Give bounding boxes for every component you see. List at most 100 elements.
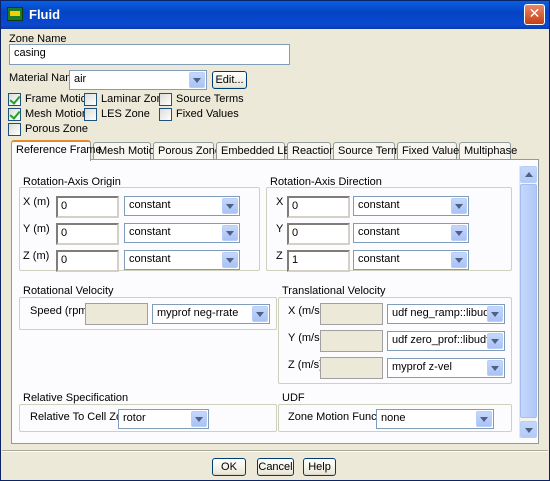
fixed-values-label: Fixed Values xyxy=(176,108,239,120)
porous-zone-checkbox[interactable]: Porous Zone xyxy=(8,123,88,137)
udf-title: UDF xyxy=(282,392,305,404)
title-bar[interactable]: Fluid ✕ xyxy=(1,1,549,29)
trans-y-profile-select[interactable]: udf zero_prof::libudf xyxy=(387,331,505,351)
window-title: Fluid xyxy=(29,7,61,22)
speed-profile-value: myprof neg-rrate xyxy=(157,307,239,319)
tab-mesh-motion[interactable]: Mesh Motion xyxy=(93,142,161,160)
zone-motion-function-value: none xyxy=(381,412,406,424)
chevron-down-icon xyxy=(222,198,238,214)
chevron-down-icon xyxy=(222,225,238,241)
cancel-button[interactable]: Cancel xyxy=(257,458,294,476)
origin-x-mode-select[interactable]: constant xyxy=(124,196,240,216)
origin-x-label: X (m) xyxy=(23,196,50,208)
speed-input[interactable] xyxy=(85,303,148,325)
origin-z-mode-select[interactable]: constant xyxy=(124,250,240,270)
checkbox-icon xyxy=(159,93,172,106)
trans-x-profile-select[interactable]: udf neg_ramp::libudf xyxy=(387,304,505,324)
direction-z-mode: constant xyxy=(358,253,400,265)
translational-velocity-title: Translational Velocity xyxy=(282,285,386,297)
chevron-down-icon xyxy=(451,225,467,241)
trans-y-input[interactable] xyxy=(320,330,383,352)
porous-zone-label: Porous Zone xyxy=(25,123,88,135)
scroll-down-icon[interactable] xyxy=(520,421,537,438)
direction-y-mode-select[interactable]: constant xyxy=(353,223,469,243)
trans-x-profile: udf neg_ramp::libudf xyxy=(392,307,493,319)
material-name-select[interactable]: air xyxy=(69,70,207,90)
edit-material-button[interactable]: Edit... xyxy=(212,71,247,89)
tab-embedded-les[interactable]: Embedded LES xyxy=(216,142,298,160)
origin-z-input[interactable]: 0 xyxy=(56,250,119,272)
direction-x-mode-select[interactable]: constant xyxy=(353,196,469,216)
frame-motion-label: Frame Motion xyxy=(25,93,93,105)
source-terms-checkbox[interactable]: Source Terms xyxy=(159,93,244,107)
direction-z-label: Z xyxy=(276,250,283,262)
panel-scrollbar[interactable] xyxy=(519,166,537,438)
origin-z-label: Z (m) xyxy=(23,250,50,262)
tab-multiphase[interactable]: Multiphase xyxy=(459,142,517,160)
direction-y-input[interactable]: 0 xyxy=(287,223,350,245)
checkbox-icon xyxy=(8,123,21,136)
material-name-value: air xyxy=(74,73,87,85)
direction-y-mode: constant xyxy=(358,226,400,238)
checkbox-checked-icon xyxy=(8,93,21,106)
chevron-down-icon xyxy=(222,252,238,268)
tab-reference-frame[interactable]: Reference Frame xyxy=(11,140,102,161)
source-terms-label: Source Terms xyxy=(176,93,244,105)
footer-divider xyxy=(2,450,548,452)
trans-y-label: Y (m/s) xyxy=(288,332,324,344)
origin-y-label: Y (m) xyxy=(23,223,50,235)
tab-reaction[interactable]: Reaction xyxy=(287,142,335,160)
origin-y-input[interactable]: 0 xyxy=(56,223,119,245)
mesh-motion-checkbox[interactable]: Mesh Motion xyxy=(8,108,88,122)
chevron-down-icon xyxy=(191,411,207,427)
origin-x-input[interactable]: 0 xyxy=(56,196,119,218)
origin-x-mode: constant xyxy=(129,199,171,211)
fluid-dialog: Fluid ✕ Zone Name casing Material Name a… xyxy=(0,0,550,481)
close-icon[interactable]: ✕ xyxy=(524,4,545,25)
chevron-down-icon xyxy=(476,411,492,427)
speed-label: Speed (rpm) xyxy=(30,305,92,317)
scroll-thumb[interactable] xyxy=(520,184,537,418)
tab-source-terms[interactable]: Source Terms xyxy=(333,142,406,160)
chevron-down-icon xyxy=(451,252,467,268)
direction-x-input[interactable]: 0 xyxy=(287,196,350,218)
direction-x-mode: constant xyxy=(358,199,400,211)
relative-zone-value: rotor xyxy=(123,412,146,424)
checkbox-checked-icon xyxy=(8,108,21,121)
reference-frame-panel: Rotation-Axis Origin X (m) 0 constant Y … xyxy=(11,159,539,444)
help-button[interactable]: Help xyxy=(303,458,336,476)
direction-z-mode-select[interactable]: constant xyxy=(353,250,469,270)
direction-y-label: Y xyxy=(276,223,284,235)
relative-zone-select[interactable]: rotor xyxy=(118,409,209,429)
app-icon xyxy=(7,7,23,21)
origin-y-mode: constant xyxy=(129,226,171,238)
mesh-motion-label: Mesh Motion xyxy=(25,108,88,120)
speed-profile-select[interactable]: myprof neg-rrate xyxy=(152,304,270,324)
les-zone-label: LES Zone xyxy=(101,108,150,120)
relative-spec-title: Relative Specification xyxy=(23,392,129,404)
chevron-down-icon xyxy=(487,306,503,322)
laminar-zone-checkbox[interactable]: Laminar Zone xyxy=(84,93,169,107)
trans-z-profile-select[interactable]: myprof z-vel xyxy=(387,358,505,378)
trans-z-label: Z (m/s) xyxy=(288,359,323,371)
direction-z-input[interactable]: 1 xyxy=(287,250,350,272)
trans-x-input[interactable] xyxy=(320,303,383,325)
chevron-down-icon xyxy=(487,333,503,349)
tab-porous-zone[interactable]: Porous Zone xyxy=(153,142,221,160)
origin-z-mode: constant xyxy=(129,253,171,265)
tab-fixed-values[interactable]: Fixed Values xyxy=(397,142,465,160)
checkbox-icon xyxy=(159,108,172,121)
rotational-velocity-title: Rotational Velocity xyxy=(23,285,114,297)
ok-button[interactable]: OK xyxy=(212,458,246,476)
trans-z-profile: myprof z-vel xyxy=(392,361,452,373)
les-zone-checkbox[interactable]: LES Zone xyxy=(84,108,158,122)
scroll-up-icon[interactable] xyxy=(520,166,537,183)
zone-motion-function-select[interactable]: none xyxy=(376,409,494,429)
chevron-down-icon xyxy=(252,306,268,322)
checkbox-icon xyxy=(84,108,97,121)
trans-z-input[interactable] xyxy=(320,357,383,379)
frame-motion-checkbox[interactable]: Frame Motion xyxy=(8,93,93,107)
fixed-values-checkbox[interactable]: Fixed Values xyxy=(159,108,239,122)
zone-name-input[interactable]: casing xyxy=(9,44,290,65)
origin-y-mode-select[interactable]: constant xyxy=(124,223,240,243)
